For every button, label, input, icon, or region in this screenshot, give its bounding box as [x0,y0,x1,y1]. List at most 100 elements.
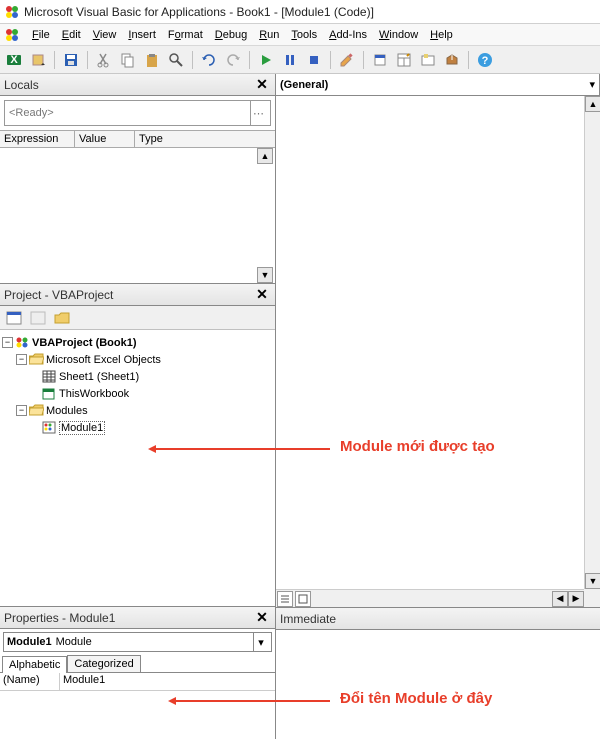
scroll-left-icon[interactable]: ◀ [552,591,568,607]
view-object-button[interactable] [28,308,48,328]
run-button[interactable] [256,50,276,70]
project-close-button[interactable]: ✕ [253,286,271,304]
menu-bar: File Edit View Insert Format Debug Run T… [0,24,600,46]
procedure-view-button[interactable] [277,591,293,607]
property-row[interactable]: (Name) Module1 [0,673,275,691]
object-combo[interactable]: (General) ▾ [276,74,600,95]
full-module-view-button[interactable] [295,591,311,607]
tree-excel-objects[interactable]: − Microsoft Excel Objects [2,351,273,368]
project-title: Project - VBAProject [4,288,253,302]
scroll-down-button[interactable]: ▼ [257,267,273,283]
locals-col-type[interactable]: Type [135,131,275,147]
prop-combo-type: Module [56,636,92,648]
vertical-scrollbar[interactable]: ▲ ▼ [584,96,600,589]
code-editor[interactable]: ▲ ▼ ◀ ▶ [276,96,600,607]
menu-file[interactable]: File [26,27,56,43]
menu-run[interactable]: Run [253,27,285,43]
project-explorer-button[interactable] [370,50,390,70]
code-combo-bar: (General) ▾ [276,74,600,96]
properties-window-button[interactable] [394,50,414,70]
help-button[interactable]: ? [475,50,495,70]
locals-body: ▲ ▼ [0,148,275,283]
menu-insert[interactable]: Insert [122,27,162,43]
module-icon [42,421,57,434]
paste-button[interactable] [142,50,162,70]
menu-debug[interactable]: Debug [209,27,253,43]
insert-dropdown[interactable] [28,50,48,70]
locals-close-button[interactable]: ✕ [253,76,271,94]
menu-help[interactable]: Help [424,27,459,43]
tree-thisworkbook[interactable]: ThisWorkbook [2,385,273,402]
scroll-down-icon[interactable]: ▼ [585,573,600,589]
menu-edit[interactable]: Edit [56,27,87,43]
scroll-corner [584,589,600,607]
tree-modules-label: Modules [46,405,88,417]
scroll-up-button[interactable]: ▲ [257,148,273,164]
locals-columns: Expression Value Type [0,130,275,148]
chevron-down-icon: ▾ [589,78,595,91]
view-excel-button[interactable]: X [4,50,24,70]
properties-title: Properties - Module1 [4,611,253,625]
menu-window[interactable]: Window [373,27,424,43]
tree-module1[interactable]: Module1 [2,419,273,436]
window-title: Microsoft Visual Basic for Applications … [24,5,374,19]
properties-header: Properties - Module1 ✕ [0,607,275,629]
scroll-right-icon[interactable]: ▶ [568,591,584,607]
tree-sheet1-label: Sheet1 (Sheet1) [59,371,139,383]
toolbox-button[interactable] [442,50,462,70]
vba-icon [4,4,20,20]
break-button[interactable] [280,50,300,70]
collapse-icon[interactable]: − [16,405,27,416]
menu-format[interactable]: Format [162,27,209,43]
collapse-icon[interactable]: − [16,354,27,365]
menu-tools[interactable]: Tools [285,27,323,43]
tab-alphabetic[interactable]: Alphabetic [2,656,67,673]
view-code-button[interactable] [4,308,24,328]
locals-col-expression[interactable]: Expression [0,131,75,147]
save-button[interactable] [61,50,81,70]
workbook-icon [42,387,57,400]
scroll-track[interactable] [585,112,600,573]
tree-root-label: VBAProject (Book1) [32,337,137,349]
chevron-down-icon: ▾ [253,633,268,651]
properties-panel: Properties - Module1 ✕ Module1 Module ▾ … [0,607,275,739]
project-header: Project - VBAProject ✕ [0,284,275,306]
tree-thisworkbook-label: ThisWorkbook [59,388,129,400]
title-bar: Microsoft Visual Basic for Applications … [0,0,600,24]
properties-object-combo[interactable]: Module1 Module ▾ [3,632,272,652]
properties-close-button[interactable]: ✕ [253,609,271,627]
collapse-icon[interactable]: − [2,337,13,348]
property-key: (Name) [0,673,60,690]
find-button[interactable] [166,50,186,70]
locals-context-combo[interactable]: <Ready> ⋯ [4,100,271,126]
immediate-title: Immediate [280,612,596,626]
locals-ready-text: <Ready> [9,107,54,119]
locals-col-value[interactable]: Value [75,131,135,147]
property-value[interactable]: Module1 [60,673,275,690]
design-mode-button[interactable] [337,50,357,70]
menu-addins[interactable]: Add-Ins [323,27,373,43]
toolbar-separator [192,51,193,69]
scroll-up-icon[interactable]: ▲ [585,96,600,112]
project-tree[interactable]: − VBAProject (Book1) − Microsoft Excel O… [0,330,275,606]
immediate-body[interactable] [276,630,600,739]
locals-panel: Locals ✕ <Ready> ⋯ Expression Value Type… [0,74,275,284]
locals-header: Locals ✕ [0,74,275,96]
reset-button[interactable] [304,50,324,70]
tree-modules-folder[interactable]: − Modules [2,402,273,419]
properties-tabs: Alphabetic Categorized [0,655,275,672]
menu-view[interactable]: View [87,27,123,43]
tree-sheet1[interactable]: Sheet1 (Sheet1) [2,368,273,385]
tab-categorized[interactable]: Categorized [67,655,140,672]
tree-root[interactable]: − VBAProject (Book1) [2,334,273,351]
copy-button[interactable] [118,50,138,70]
toolbar-separator [87,51,88,69]
redo-button[interactable] [223,50,243,70]
undo-button[interactable] [199,50,219,70]
locals-title: Locals [4,78,253,92]
horizontal-scrollbar[interactable]: ◀ ▶ [276,589,584,607]
cut-button[interactable] [94,50,114,70]
folder-open-icon [29,353,44,366]
object-browser-button[interactable] [418,50,438,70]
toggle-folders-button[interactable] [52,308,72,328]
